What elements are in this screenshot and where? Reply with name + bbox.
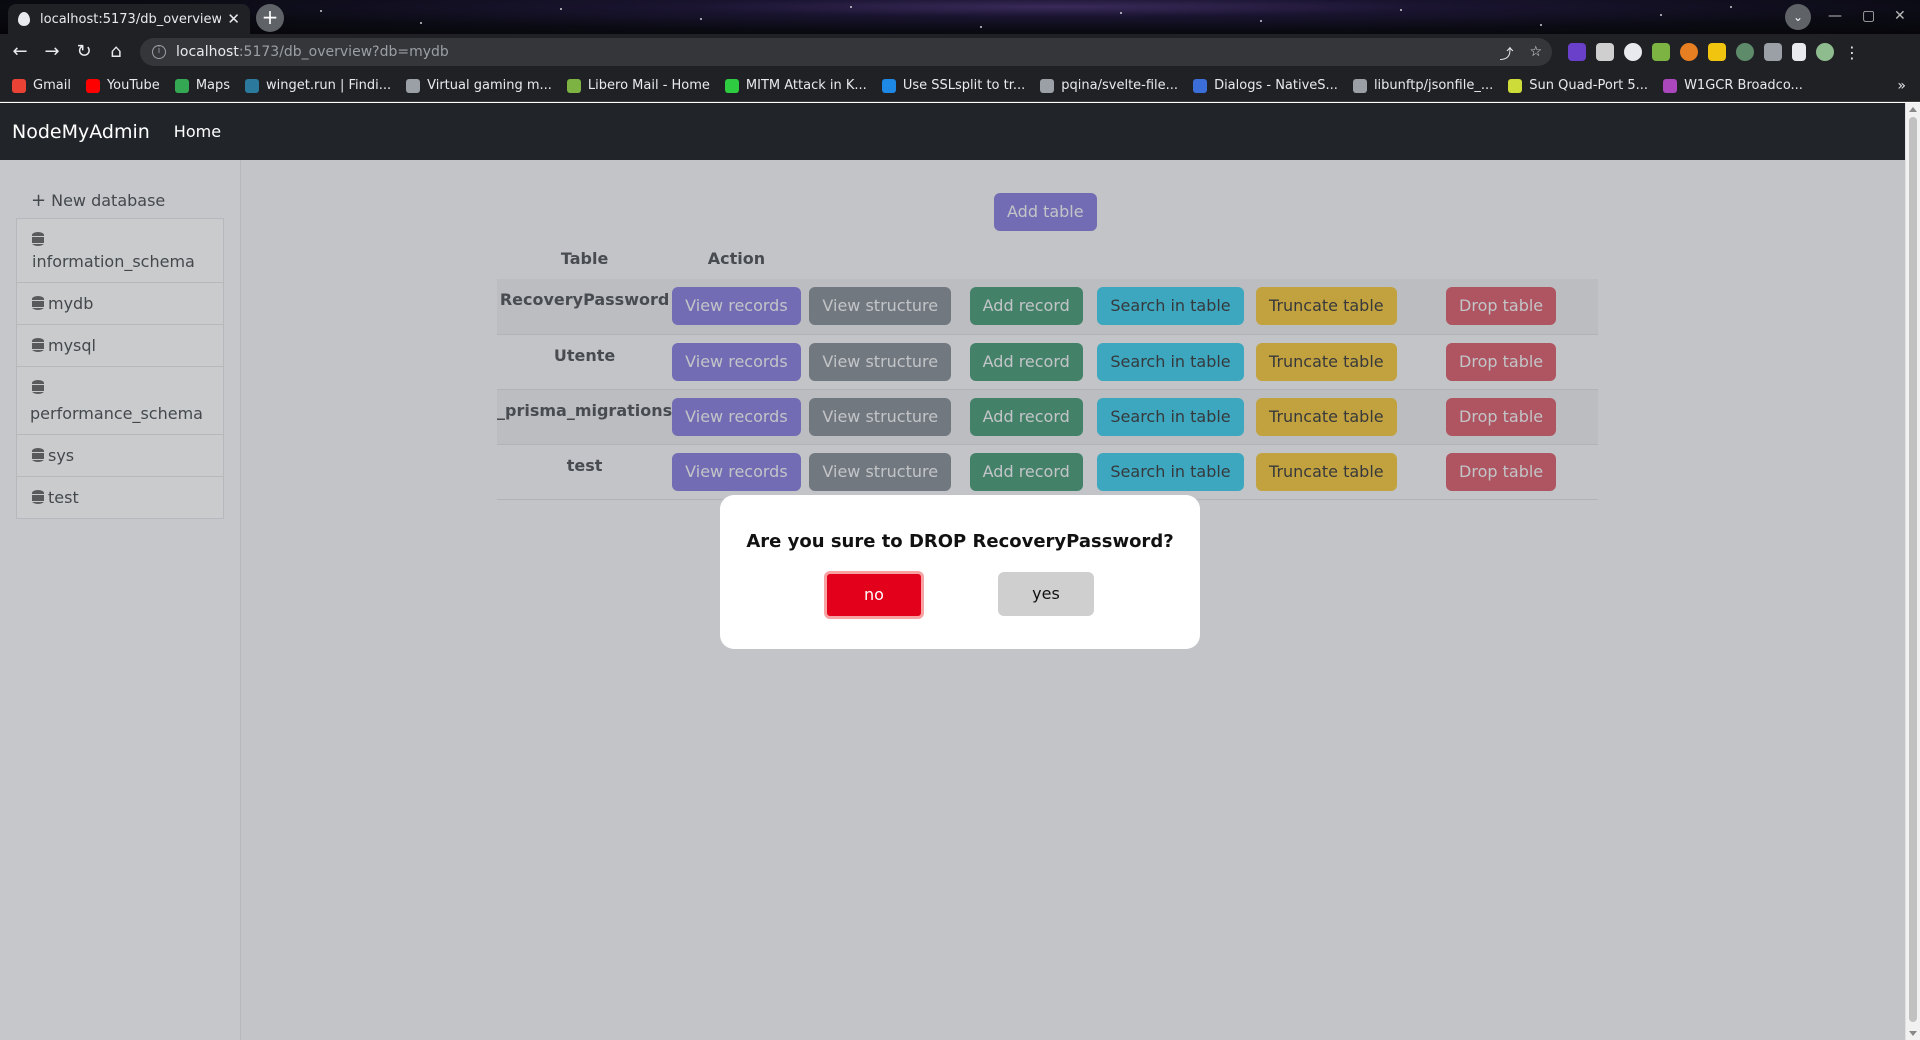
extension-icon[interactable] (1596, 43, 1614, 61)
maximize-icon[interactable]: ▢ (1862, 8, 1875, 24)
puzzle-icon[interactable] (1764, 43, 1782, 61)
bookmark-item[interactable]: Virtual gaming m... (406, 78, 552, 93)
bookmark-label: Maps (195, 78, 231, 93)
url-host: localhost (176, 44, 239, 60)
dialog-question: Are you sure to DROP RecoveryPassword? (746, 531, 1174, 552)
brand-link[interactable]: NodeMyAdmin (12, 121, 150, 143)
extension-icon[interactable] (1652, 43, 1670, 61)
reload-icon[interactable]: ↻ (72, 40, 96, 64)
sidebar-toggle-icon[interactable] (1792, 43, 1806, 61)
scroll-up-icon[interactable] (1909, 107, 1917, 112)
bookmark-item[interactable]: Use SSLsplit to tr... (881, 78, 1026, 93)
bookmark-label: Gmail (33, 78, 71, 93)
site-info-icon[interactable]: i (152, 45, 166, 59)
bookmark-item[interactable]: winget.run | Findi... (245, 78, 391, 93)
bookmark-star-icon[interactable]: ☆ (1529, 44, 1542, 64)
page-scrollbar[interactable] (1905, 103, 1920, 1040)
extensions-area: ⋮ (1568, 40, 1860, 64)
bookmark-favicon-icon (406, 78, 421, 93)
back-icon[interactable]: ← (8, 40, 32, 64)
bookmark-label: YouTube (106, 78, 160, 93)
bookmark-label: MITM Attack in K... (745, 78, 867, 93)
home-icon[interactable]: ⌂ (104, 40, 128, 64)
bookmark-item[interactable]: libunftp/jsonfile_... (1352, 78, 1494, 93)
bookmarks-more-icon[interactable]: » (1897, 78, 1906, 94)
confirm-drop-dialog: Are you sure to DROP RecoveryPassword? n… (720, 495, 1200, 649)
address-bar[interactable]: i localhost :5173/db_overview?db=mydb ⤴ … (140, 38, 1552, 66)
yes-button[interactable]: yes (998, 572, 1094, 616)
bookmark-label: Sun Quad-Port 5... (1529, 78, 1649, 93)
favicon-icon (18, 12, 30, 26)
bookmark-label: W1GCR Broadco... (1684, 78, 1803, 93)
minimize-icon[interactable]: — (1828, 8, 1842, 24)
bookmark-favicon-icon (12, 78, 26, 93)
bookmark-item[interactable]: Sun Quad-Port 5... (1508, 78, 1648, 93)
modal-backdrop-sidebar (0, 160, 241, 1040)
bookmark-favicon-icon (1193, 78, 1208, 93)
bookmark-favicon-icon (1040, 78, 1055, 93)
profile-avatar[interactable] (1816, 43, 1834, 61)
nav-home-link[interactable]: Home (174, 122, 221, 141)
tab-close-icon[interactable]: ✕ (227, 10, 240, 28)
bookmark-item[interactable]: YouTube (85, 78, 160, 93)
bookmark-label: Libero Mail - Home (587, 78, 710, 93)
tab-title: localhost:5173/db_overview? (40, 11, 222, 27)
bookmark-item[interactable]: Maps (174, 78, 231, 93)
bookmark-favicon-icon (174, 78, 189, 93)
bookmark-item[interactable]: Libero Mail - Home (566, 78, 710, 93)
window-close-icon[interactable]: ✕ (1894, 8, 1906, 24)
bookmark-label: Dialogs - NativeS... (1214, 78, 1338, 93)
bookmark-favicon-icon (1663, 78, 1678, 93)
bookmark-favicon-icon (1508, 78, 1523, 93)
bookmark-favicon-icon (245, 78, 260, 93)
browser-tab[interactable]: localhost:5173/db_overview? ✕ (8, 4, 250, 34)
extension-icon[interactable] (1736, 43, 1754, 61)
bookmark-label: pqina/svelte-file... (1061, 78, 1179, 93)
extension-icon[interactable] (1708, 43, 1726, 61)
menu-icon[interactable]: ⋮ (1844, 43, 1860, 62)
bookmark-label: Use SSLsplit to tr... (902, 78, 1026, 93)
bookmark-favicon-icon (881, 78, 896, 93)
bookmark-favicon-icon (1352, 78, 1367, 93)
scroll-down-icon[interactable] (1909, 1031, 1917, 1036)
scrollbar-thumb[interactable] (1909, 117, 1917, 1022)
bookmark-item[interactable]: W1GCR Broadco... (1663, 78, 1803, 93)
bookmark-label: Virtual gaming m... (427, 78, 552, 93)
forward-icon[interactable]: → (40, 40, 64, 64)
url-path: :5173/db_overview?db=mydb (238, 44, 449, 60)
new-tab-button[interactable]: + (256, 4, 284, 32)
bookmark-favicon-icon (724, 78, 739, 93)
bookmark-item[interactable]: pqina/svelte-file... (1040, 78, 1178, 93)
bookmark-label: winget.run | Findi... (266, 78, 392, 93)
top-navbar: NodeMyAdmin Home (0, 103, 1905, 160)
bookmark-item[interactable]: Dialogs - NativeS... (1193, 78, 1338, 93)
share-icon[interactable]: ⤴ (1499, 44, 1513, 64)
bookmark-favicon-icon (85, 78, 100, 93)
tab-search-icon[interactable]: ⌄ (1785, 4, 1811, 30)
bookmark-item[interactable]: MITM Attack in K... (724, 78, 867, 93)
bookmark-label: libunftp/jsonfile_... (1373, 78, 1494, 93)
bookmarks-bar: Gmail YouTube Maps winget.run | Findi... Vir… (0, 70, 1920, 102)
no-button[interactable]: no (824, 571, 924, 619)
browser-tab-strip: localhost:5173/db_overview? ✕ + ⌄ — ▢ ✕ (0, 0, 1920, 34)
extension-icon[interactable] (1680, 43, 1698, 61)
extension-icon[interactable] (1568, 43, 1586, 61)
extension-icon[interactable] (1624, 43, 1642, 61)
bookmark-favicon-icon (566, 78, 581, 93)
bookmark-item[interactable]: Gmail (12, 78, 71, 93)
